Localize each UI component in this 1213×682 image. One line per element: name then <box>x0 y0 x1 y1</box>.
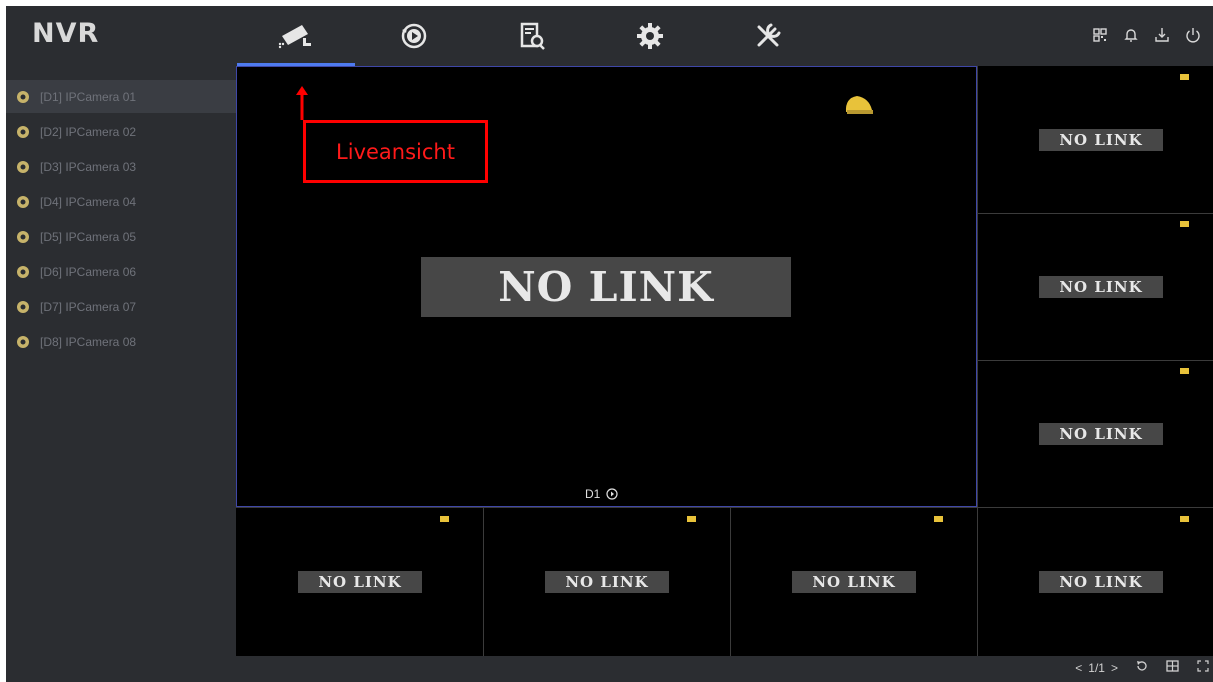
motion-alarm-icon <box>934 516 943 522</box>
page-prev-button[interactable]: < <box>1075 661 1082 675</box>
motion-alarm-icon <box>1180 516 1189 522</box>
camera-label: [D5] IPCamera 05 <box>40 229 137 244</box>
camera-label: [D8] IPCamera 08 <box>40 334 137 349</box>
nav-settings[interactable] <box>591 6 709 66</box>
camera-list-item[interactable]: [D6] IPCamera 06 <box>6 255 236 288</box>
annotation-label: Liveansicht <box>336 139 455 164</box>
video-tile[interactable]: NO LINK <box>977 360 1213 507</box>
camera-status-icon <box>16 265 30 279</box>
nav-search[interactable] <box>473 6 591 66</box>
motion-alarm-icon <box>1180 368 1189 374</box>
playback-small-icon[interactable] <box>606 488 618 500</box>
camera-label: [D6] IPCamera 06 <box>40 264 137 279</box>
no-link-label: NO LINK <box>298 571 422 593</box>
video-tile[interactable]: NO LINK <box>977 213 1213 360</box>
camera-label: [D7] IPCamera 07 <box>40 299 137 314</box>
video-tile[interactable]: NO LINK <box>977 507 1213 656</box>
nav-live-view[interactable] <box>237 6 355 66</box>
no-link-label: NO LINK <box>792 571 916 593</box>
camera-label: [D2] IPCamera 02 <box>40 124 137 139</box>
channel-label: D1 <box>585 487 618 501</box>
grid-divider <box>977 66 978 656</box>
no-link-label: NO LINK <box>1039 276 1163 298</box>
channel-name: D1 <box>585 487 601 501</box>
nav-tools[interactable] <box>709 6 827 66</box>
download-icon[interactable] <box>1153 26 1170 43</box>
camera-label: [D4] IPCamera 04 <box>40 194 137 209</box>
camera-status-icon <box>16 335 30 349</box>
no-link-label: NO LINK <box>1039 571 1163 593</box>
camera-list-item[interactable]: [D8] IPCamera 08 <box>6 325 236 358</box>
no-link-label: NO LINK <box>1039 129 1163 151</box>
camera-status-icon <box>16 300 30 314</box>
fullscreen-icon[interactable] <box>1197 660 1209 675</box>
camera-status-icon <box>16 230 30 244</box>
bottom-status-bar: < 1/1 > <box>236 656 1213 682</box>
camera-list-item[interactable]: [D3] IPCamera 03 <box>6 150 236 183</box>
qr-code-icon[interactable] <box>1091 26 1108 43</box>
grid-divider <box>977 507 1213 508</box>
grid-divider <box>236 507 977 508</box>
no-link-label: NO LINK <box>545 571 669 593</box>
no-link-label: NO LINK <box>1039 423 1163 445</box>
video-tile[interactable]: NO LINK <box>977 66 1213 213</box>
bell-alarm-icon <box>845 96 873 114</box>
motion-alarm-icon <box>1180 221 1189 227</box>
annotation-arrow <box>296 86 308 120</box>
no-link-label: NO LINK <box>421 257 791 317</box>
camera-status-icon <box>16 125 30 139</box>
grid-divider <box>977 360 1213 361</box>
gear-icon <box>637 23 663 49</box>
cycle-icon[interactable] <box>1136 660 1148 675</box>
video-tile[interactable]: NO LINK <box>236 507 483 656</box>
camera-status-icon <box>16 195 30 209</box>
page-indicator: 1/1 <box>1088 660 1105 675</box>
camera-list-item[interactable]: [D1] IPCamera 01 <box>6 80 236 113</box>
camera-list-item[interactable]: [D2] IPCamera 02 <box>6 115 236 148</box>
search-file-icon <box>520 22 545 50</box>
camera-label: [D1] IPCamera 01 <box>40 89 137 104</box>
playback-icon <box>401 23 427 49</box>
motion-alarm-icon <box>440 516 449 522</box>
nav-playback[interactable] <box>355 6 473 66</box>
camera-icon <box>278 25 311 49</box>
camera-list-item[interactable]: [D7] IPCamera 07 <box>6 290 236 323</box>
motion-alarm-icon <box>687 516 696 522</box>
annotation-box: Liveansicht <box>303 120 488 183</box>
power-icon[interactable] <box>1184 26 1201 43</box>
camera-list-item[interactable]: [D4] IPCamera 04 <box>6 185 236 218</box>
grid-divider <box>483 507 484 656</box>
video-tile[interactable]: NO LINK <box>730 507 977 656</box>
camera-status-icon <box>16 90 30 104</box>
nvr-screen: NVR [D1] IPCamera 01 [D2] IPCamera 02 [D… <box>6 6 1213 682</box>
camera-label: [D3] IPCamera 03 <box>40 159 137 174</box>
grid-divider <box>977 213 1213 214</box>
motion-alarm-icon <box>1180 74 1189 80</box>
camera-status-icon <box>16 160 30 174</box>
top-bar: NVR <box>6 6 1213 66</box>
grid-divider <box>730 507 731 656</box>
layout-icon[interactable] <box>1166 660 1179 675</box>
bell-icon[interactable] <box>1122 26 1139 43</box>
pager-controls: < 1/1 > <box>1075 660 1209 675</box>
page-next-button[interactable]: > <box>1111 661 1118 675</box>
nvr-logo: NVR <box>32 18 100 49</box>
wrench-icon <box>757 23 781 47</box>
video-tile[interactable]: NO LINK <box>483 507 730 656</box>
camera-list-sidebar: [D1] IPCamera 01 [D2] IPCamera 02 [D3] I… <box>6 66 236 682</box>
camera-list-item[interactable]: [D5] IPCamera 05 <box>6 220 236 253</box>
header-icon-group <box>1091 26 1201 43</box>
